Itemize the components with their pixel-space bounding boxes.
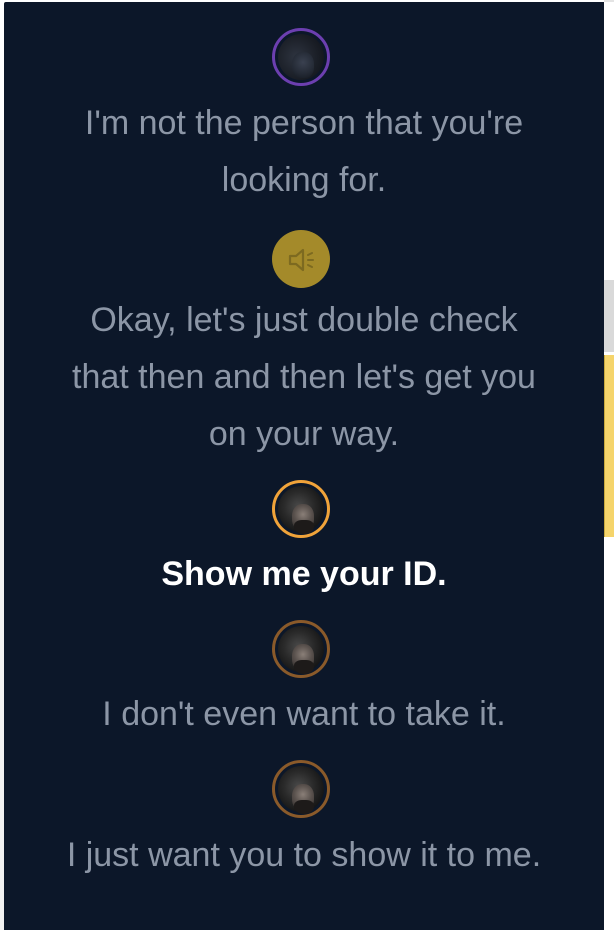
portrait-figure [292, 52, 314, 78]
transcript-line: I'm not the person that you're looking f… [84, 104, 524, 199]
portrait-beard [294, 520, 314, 534]
character-avatar[interactable] [272, 620, 330, 678]
scrollbar-thumb[interactable] [604, 355, 614, 537]
transcript-line-active: Show me your ID. [161, 555, 447, 593]
scrollbar-track-block [604, 280, 614, 352]
character-avatar[interactable] [272, 28, 330, 86]
character-avatar[interactable] [272, 760, 330, 818]
character-portrait [278, 34, 324, 80]
transcript-line: Okay, let's just double check that then … [72, 301, 536, 453]
transcript-panel[interactable]: I'm not the person that you're looking f… [4, 2, 604, 930]
transcript-line: I just want you to show it to me. [66, 836, 542, 874]
portrait-beard [294, 660, 314, 674]
portrait-beard [294, 800, 314, 814]
scrollbar-top-line [604, 0, 614, 2]
character-avatar[interactable] [272, 480, 330, 538]
character-portrait [278, 766, 324, 814]
transcript-line: I don't even want to take it. [102, 695, 506, 733]
speaker-icon[interactable] [272, 230, 330, 288]
speaker-glyph-icon [288, 248, 314, 272]
screen: I'm not the person that you're looking f… [0, 0, 614, 930]
scrollbar[interactable] [604, 0, 614, 930]
character-portrait [278, 626, 324, 674]
character-portrait [278, 486, 324, 534]
